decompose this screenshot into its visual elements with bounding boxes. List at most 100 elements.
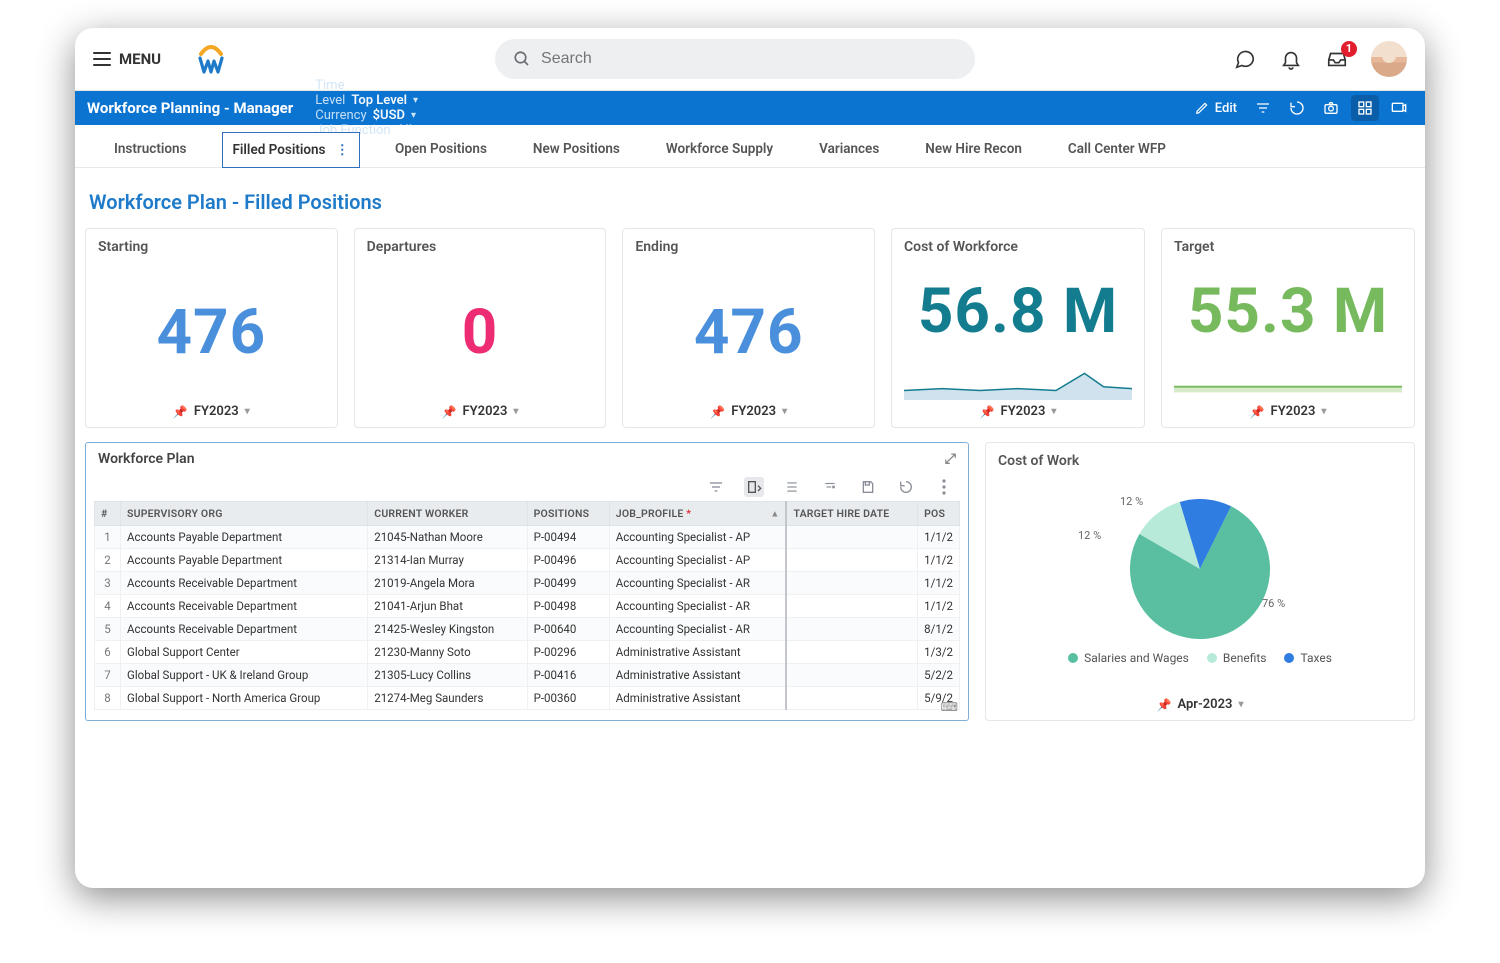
user-avatar[interactable] bbox=[1371, 41, 1407, 77]
pie-footer[interactable]: Apr-2023 bbox=[1177, 697, 1232, 712]
pin-icon: 📌 bbox=[1250, 405, 1265, 419]
sparkline bbox=[904, 362, 1132, 400]
metric-footer[interactable]: FY2023 bbox=[194, 404, 239, 419]
context-bar: Workforce Planning - Manager TimeMar-202… bbox=[75, 91, 1425, 125]
metrics-row: Starting 476 📌FY2023▾Departures 0 📌FY202… bbox=[85, 228, 1415, 428]
table-row[interactable]: 8Global Support - North America Group212… bbox=[95, 687, 960, 710]
global-search[interactable] bbox=[495, 39, 975, 79]
grid-filter-icon[interactable] bbox=[706, 477, 726, 497]
metric-footer[interactable]: FY2023 bbox=[1271, 404, 1316, 419]
tab-variances[interactable]: Variances bbox=[808, 131, 890, 167]
pencil-icon bbox=[1195, 101, 1209, 115]
metric-label: Departures bbox=[367, 239, 594, 255]
grid-save-icon[interactable] bbox=[858, 477, 878, 497]
pin-icon: 📌 bbox=[1157, 698, 1172, 712]
context-filter[interactable]: LevelTop Level▾ bbox=[315, 93, 423, 108]
col-header[interactable]: SUPERVISORY ORG bbox=[121, 502, 368, 526]
col-header[interactable]: # bbox=[95, 502, 121, 526]
chevron-down-icon: ▾ bbox=[782, 406, 787, 417]
legend-item[interactable]: Salaries and Wages bbox=[1068, 651, 1189, 665]
table-row[interactable]: 1Accounts Payable Department21045-Nathan… bbox=[95, 526, 960, 549]
slice-label: 76 % bbox=[1262, 597, 1285, 610]
pin-icon: 📌 bbox=[980, 405, 995, 419]
legend-dot bbox=[1207, 653, 1217, 663]
chevron-down-icon: ▾ bbox=[418, 125, 423, 136]
sort-asc-icon: ▲ bbox=[770, 508, 779, 519]
table-row[interactable]: 4Accounts Receivable Department21041-Arj… bbox=[95, 595, 960, 618]
table-row[interactable]: 7Global Support - UK & Ireland Group2130… bbox=[95, 664, 960, 687]
app-logo[interactable] bbox=[181, 44, 241, 74]
keyboard-icon: ⌨ bbox=[941, 700, 958, 714]
metric-footer[interactable]: FY2023 bbox=[463, 404, 508, 419]
metric-label: Ending bbox=[635, 239, 862, 255]
grid-insert-icon[interactable] bbox=[744, 477, 764, 497]
metric-value: 0 bbox=[367, 261, 594, 404]
table-row[interactable]: 3Accounts Receivable Department21019-Ang… bbox=[95, 572, 960, 595]
legend-item[interactable]: Benefits bbox=[1207, 651, 1267, 665]
expand-icon[interactable]: ⤢ bbox=[945, 451, 956, 467]
tab-new-positions[interactable]: New Positions bbox=[522, 131, 631, 167]
metric-footer[interactable]: FY2023 bbox=[731, 404, 776, 419]
grid-title: Workforce Plan bbox=[98, 451, 195, 467]
presentation-icon[interactable] bbox=[1385, 95, 1413, 121]
legend-dot bbox=[1284, 653, 1294, 663]
table-row[interactable]: 5Accounts Receivable Department21425-Wes… bbox=[95, 618, 960, 641]
search-input[interactable] bbox=[541, 50, 957, 68]
chevron-down-icon: ▾ bbox=[411, 110, 416, 121]
menu-label: MENU bbox=[119, 50, 161, 68]
page-title: Workforce Plan - Filled Positions bbox=[89, 190, 1415, 214]
slice-label: 12 % bbox=[1078, 529, 1101, 542]
context-filter[interactable]: TimeMar-2023▾ bbox=[315, 78, 423, 93]
metric-footer[interactable]: FY2023 bbox=[1001, 404, 1046, 419]
tab-filled-positions[interactable]: Filled Positions⋮ bbox=[222, 132, 361, 168]
pin-icon: 📌 bbox=[442, 405, 457, 419]
chevron-down-icon: ▾ bbox=[413, 95, 418, 106]
filter-icon[interactable] bbox=[1249, 95, 1277, 121]
search-icon bbox=[513, 50, 531, 68]
col-header[interactable]: CURRENT WORKER bbox=[368, 502, 527, 526]
inbox-icon[interactable]: 1 bbox=[1325, 47, 1349, 71]
col-header[interactable]: JOB_PROFILE *▲ bbox=[609, 502, 786, 526]
hamburger-icon bbox=[93, 52, 111, 66]
pin-icon: 📌 bbox=[173, 405, 188, 419]
page-context-title: Workforce Planning - Manager bbox=[87, 99, 293, 117]
workforce-plan-grid-card: Workforce Plan ⤢ #SUPERVISORY ORGCURRENT… bbox=[85, 442, 969, 721]
col-header[interactable]: POS bbox=[918, 502, 960, 526]
context-filter[interactable]: Currency$USD▾ bbox=[315, 108, 423, 123]
chat-icon[interactable] bbox=[1233, 47, 1257, 71]
tab-kebab-icon[interactable]: ⋮ bbox=[336, 142, 350, 158]
dashboard-view-icon[interactable] bbox=[1351, 95, 1379, 121]
workforce-plan-table[interactable]: #SUPERVISORY ORGCURRENT WORKERPOSITIONSJ… bbox=[94, 501, 960, 710]
grid-clear-icon[interactable] bbox=[820, 477, 840, 497]
metric-card: Starting 476 📌FY2023▾ bbox=[85, 228, 338, 428]
metric-value: 55.3 M bbox=[1174, 261, 1402, 362]
edit-button[interactable]: Edit bbox=[1189, 101, 1243, 116]
tab-instructions[interactable]: Instructions bbox=[103, 131, 198, 167]
col-header[interactable]: TARGET HIRE DATE bbox=[786, 502, 917, 526]
metric-label: Starting bbox=[98, 239, 325, 255]
legend-dot bbox=[1068, 653, 1078, 663]
notifications-icon[interactable] bbox=[1279, 47, 1303, 71]
metric-value: 56.8 M bbox=[904, 261, 1132, 362]
grid-more-icon[interactable] bbox=[934, 477, 954, 497]
refresh-icon[interactable] bbox=[1283, 95, 1311, 121]
pie-title: Cost of Work bbox=[998, 453, 1402, 469]
grid-refresh-icon[interactable] bbox=[896, 477, 916, 497]
tab-workforce-supply[interactable]: Workforce Supply bbox=[655, 131, 784, 167]
legend-item[interactable]: Taxes bbox=[1284, 651, 1331, 665]
table-row[interactable]: 2Accounts Payable Department21314-Ian Mu… bbox=[95, 549, 960, 572]
table-row[interactable]: 6Global Support Center21230-Manny SotoP-… bbox=[95, 641, 960, 664]
metric-label: Cost of Workforce bbox=[904, 239, 1132, 255]
chevron-down-icon: ▾ bbox=[1238, 699, 1243, 710]
tab-new-hire-recon[interactable]: New Hire Recon bbox=[914, 131, 1033, 167]
col-header[interactable]: POSITIONS bbox=[527, 502, 609, 526]
tab-call-center-wfp[interactable]: Call Center WFP bbox=[1057, 131, 1177, 167]
tab-row: InstructionsFilled Positions⋮Open Positi… bbox=[75, 125, 1425, 168]
slice-label: 12 % bbox=[1120, 495, 1143, 508]
chevron-down-icon: ▾ bbox=[513, 406, 518, 417]
camera-icon[interactable] bbox=[1317, 95, 1345, 121]
grid-rows-icon[interactable] bbox=[782, 477, 802, 497]
metric-card: Departures 0 📌 FY2023 ▾ bbox=[354, 228, 607, 428]
chevron-down-icon: ▾ bbox=[414, 80, 419, 91]
menu-button[interactable]: MENU bbox=[93, 50, 161, 68]
